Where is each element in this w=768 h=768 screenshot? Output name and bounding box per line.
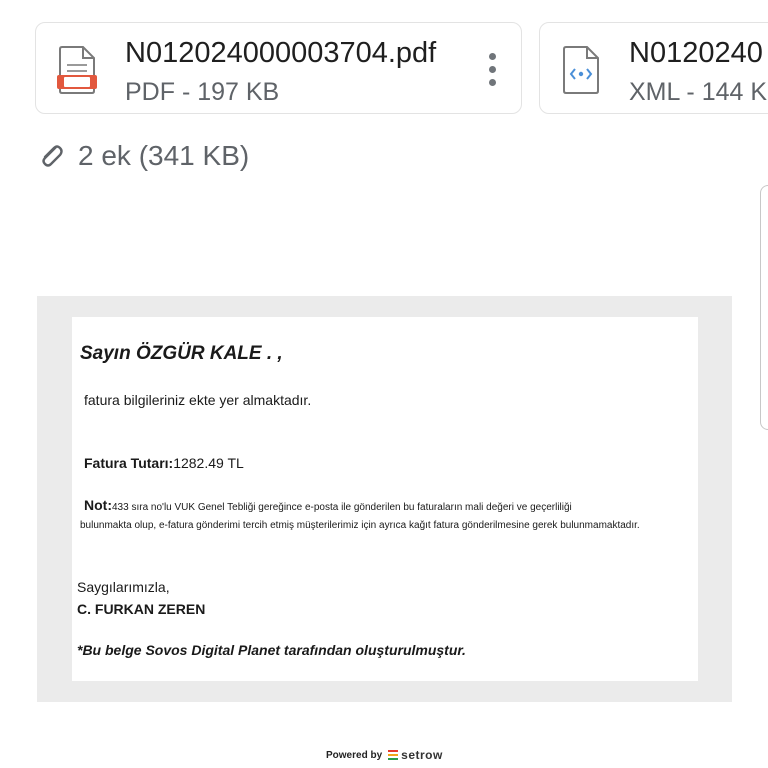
paperclip-icon [42, 145, 63, 167]
email-body-container: Sayın ÖZGÜR KALE . , fatura bilgileriniz… [37, 296, 732, 702]
attachment-card-xml[interactable]: N0120240 XML - 144 K [539, 22, 768, 114]
kebab-dot [489, 66, 496, 73]
legal-note-label: Not: [84, 497, 112, 513]
kebab-dot [489, 53, 496, 60]
email-greeting: Sayın ÖZGÜR KALE . , [80, 343, 283, 364]
email-intro: fatura bilgileriniz ekte yer almaktadır. [84, 392, 312, 408]
email-content: Sayın ÖZGÜR KALE . , fatura bilgileriniz… [72, 317, 698, 681]
setrow-brand[interactable]: setrow [401, 748, 443, 762]
attachment-filename: N012024000003704.pdf [125, 37, 437, 69]
setrow-logo-icon [388, 750, 399, 760]
legal-note-line1: 433 sıra no'lu VUK Genel Tebliği gereğin… [112, 502, 572, 513]
powered-by-label: Powered by [326, 749, 383, 761]
attachment-card-pdf[interactable]: N012024000003704.pdf PDF - 197 KB [35, 22, 522, 114]
kebab-dot [489, 79, 496, 86]
pdf-file-icon [57, 46, 97, 94]
powered-by-footer: Powered by setrow [326, 748, 443, 762]
generated-by-note: *Bu belge Sovos Digital Planet tarafında… [77, 642, 466, 658]
side-panel-handle[interactable] [760, 185, 768, 430]
invoice-amount-value: 1282.49 TL [173, 455, 244, 471]
attachment-summary: 2 ek (341 KB) [36, 136, 249, 176]
attachment-filename: N0120240 [629, 37, 763, 69]
attachment-meta: PDF - 197 KB [125, 78, 280, 106]
invoice-amount-label: Fatura Tutarı: [84, 455, 174, 471]
legal-note-line2: bulunmakta olup, e-fatura gönderimi terc… [80, 520, 640, 531]
more-options-button[interactable] [489, 53, 497, 89]
xml-file-icon [563, 46, 599, 94]
signer-name: C. FURKAN ZEREN [77, 601, 206, 617]
closing-regards: Saygılarımızla, [77, 579, 170, 595]
attachment-meta: XML - 144 K [629, 78, 768, 106]
attachment-summary-text: 2 ek (341 KB) [78, 140, 250, 171]
invoice-amount: Fatura Tutarı:1282.49 TL [84, 455, 244, 471]
legal-note: Not:433 sıra no'lu VUK Genel Tebliği ger… [84, 497, 572, 513]
